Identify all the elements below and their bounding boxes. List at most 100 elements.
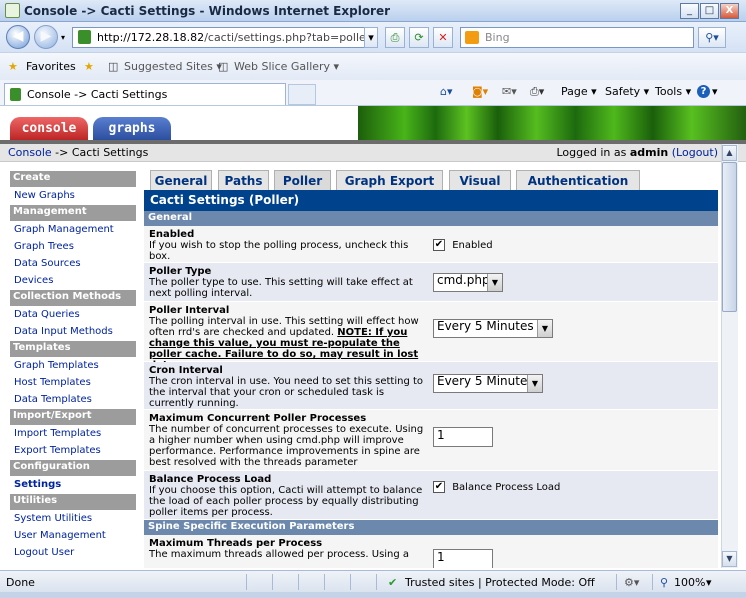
poller-interval-value: Every 5 Minutes xyxy=(437,319,534,333)
breadcrumb-console-link[interactable]: Console xyxy=(8,146,52,159)
scroll-up-icon[interactable]: ▲ xyxy=(722,145,737,161)
sidebar-item-graph-trees[interactable]: Graph Trees xyxy=(10,239,136,255)
poller-type-label: Poller Type xyxy=(149,266,212,277)
sidebar-item-logout-user[interactable]: Logout User xyxy=(10,545,136,561)
logout-link[interactable]: (Logout) xyxy=(672,146,718,159)
sidebar-item-user-management[interactable]: User Management xyxy=(10,528,136,544)
scrollbar-thumb[interactable] xyxy=(722,162,737,312)
sidebar-item-system-utilities[interactable]: System Utilities xyxy=(10,511,136,527)
sidebar-item-data-sources[interactable]: Data Sources xyxy=(10,256,136,272)
poller-type-select[interactable]: cmd.php ▼ xyxy=(433,273,503,292)
tab-general[interactable]: General xyxy=(150,170,212,190)
close-button[interactable]: X xyxy=(720,3,739,19)
protected-mode-icon[interactable]: ⚙▾ xyxy=(624,576,639,589)
poller-interval-select[interactable]: Every 5 Minutes ▼ xyxy=(433,319,553,338)
trusted-check-icon: ✔ xyxy=(388,576,398,589)
browser-tab-title: Console -> Cacti Settings xyxy=(27,88,168,101)
sidebar-item-data-queries[interactable]: Data Queries xyxy=(10,307,136,323)
sidebar-section-management: Management xyxy=(10,205,136,221)
zoom-dropdown-icon[interactable]: ▾ xyxy=(706,576,712,589)
section-spine: Spine Specific Execution Parameters xyxy=(144,520,718,535)
sidebar-menu: Create New Graphs Management Graph Manageme… xyxy=(10,170,136,568)
poller-interval-label: Poller Interval xyxy=(149,305,230,316)
max-processes-label: Maximum Concurrent Poller Processes xyxy=(149,413,367,424)
graphs-tab[interactable]: graphs xyxy=(93,117,171,141)
minimize-button[interactable]: _ xyxy=(680,3,699,19)
compatibility-view-icon[interactable]: ⎙ xyxy=(385,27,405,48)
tab-graph-export[interactable]: Graph Export xyxy=(336,170,443,190)
login-status: Logged in as admin (Logout) xyxy=(557,146,719,159)
new-tab-button[interactable] xyxy=(288,84,316,105)
scroll-down-icon[interactable]: ▼ xyxy=(722,551,737,567)
safety-menu[interactable]: Safety ▾ xyxy=(605,85,649,98)
enabled-checkbox[interactable]: ✔ xyxy=(433,239,445,251)
setting-enabled: Enabled If you wish to stop the polling p… xyxy=(144,226,718,263)
setting-balance-load: Balance Process Load If you choose this o… xyxy=(144,471,718,520)
web-slice-gallery-link[interactable]: Web Slice Gallery ▾ xyxy=(234,60,339,73)
home-icon[interactable]: ⌂▾ xyxy=(440,85,453,98)
tab-poller[interactable]: Poller xyxy=(274,170,331,190)
tab-visual[interactable]: Visual xyxy=(449,170,511,190)
enabled-checkbox-label: Enabled xyxy=(452,240,493,251)
refresh-icon[interactable]: ⟳ xyxy=(409,27,429,48)
browser-tab[interactable]: Console -> Cacti Settings xyxy=(4,83,286,105)
feeds-icon[interactable]: ◙▾ xyxy=(472,85,488,98)
url-dropdown-icon[interactable]: ▾ xyxy=(364,27,378,48)
favorites-bar: ★ Favorites ★ ◫ Suggested Sites ▾ ◫ Web … xyxy=(0,52,746,80)
setting-max-threads: Maximum Threads per Process The maximum t… xyxy=(144,535,718,568)
tab-row: Console -> Cacti Settings ⌂▾ ◙▾ ✉▾ ⎙▾ Pa… xyxy=(0,80,746,106)
cron-interval-select[interactable]: Every 5 Minutes ▼ xyxy=(433,374,543,393)
settings-tabs: General Paths Poller Graph Export Visual… xyxy=(146,170,718,190)
chevron-down-icon: ▼ xyxy=(527,375,542,392)
tab-paths[interactable]: Paths xyxy=(218,170,269,190)
url-path: /cacti/settings.php?tab=poller xyxy=(204,31,371,44)
max-processes-input[interactable]: 1 xyxy=(433,427,493,447)
stop-icon[interactable]: ✕ xyxy=(433,27,453,48)
back-button[interactable]: ◀ xyxy=(6,25,30,49)
security-zone[interactable]: Trusted sites | Protected Mode: Off xyxy=(405,576,595,589)
tools-menu[interactable]: Tools ▾ xyxy=(655,85,691,98)
sidebar-item-import-templates[interactable]: Import Templates xyxy=(10,426,136,442)
tab-authentication[interactable]: Authentication xyxy=(516,170,640,190)
ie-icon xyxy=(5,3,20,18)
sidebar-item-data-templates[interactable]: Data Templates xyxy=(10,392,136,408)
login-user: admin xyxy=(629,146,669,159)
mail-icon[interactable]: ✉▾ xyxy=(502,85,517,98)
favorites-button[interactable]: Favorites xyxy=(26,60,76,73)
sidebar-item-graph-templates[interactable]: Graph Templates xyxy=(10,358,136,374)
sidebar-item-data-input-methods[interactable]: Data Input Methods xyxy=(10,324,136,340)
page-menu[interactable]: Page ▾ xyxy=(561,85,597,98)
breadcrumb: Console -> Cacti Settings xyxy=(8,146,148,159)
max-threads-input[interactable]: 1 xyxy=(433,549,493,568)
enabled-desc: If you wish to stop the polling process,… xyxy=(149,240,409,262)
setting-max-processes: Maximum Concurrent Poller Processes The n… xyxy=(144,410,718,471)
zoom-icon[interactable]: ⚲ xyxy=(660,576,668,589)
max-threads-label: Maximum Threads per Process xyxy=(149,538,323,549)
search-button[interactable]: ⚲▾ xyxy=(698,27,726,48)
forward-button[interactable]: ▶ xyxy=(34,25,58,49)
sidebar-item-settings[interactable]: Settings xyxy=(10,477,136,493)
help-icon[interactable]: ? xyxy=(697,85,710,98)
recent-pages-dropdown-icon[interactable]: ▾ xyxy=(61,33,65,42)
chevron-down-icon: ▼ xyxy=(537,320,552,337)
setting-cron-interval: Cron Interval The cron interval in use. Y… xyxy=(144,362,718,410)
url-input[interactable]: http://172.28.18.82/cacti/settings.php?t… xyxy=(72,27,378,48)
sidebar-item-devices[interactable]: Devices xyxy=(10,273,136,289)
sidebar-section-utilities: Utilities xyxy=(10,494,136,510)
maximize-button[interactable]: □ xyxy=(700,3,719,19)
add-favorite-icon[interactable]: ★ xyxy=(84,60,94,73)
sidebar-item-export-templates[interactable]: Export Templates xyxy=(10,443,136,459)
zoom-level[interactable]: 100% xyxy=(674,576,705,589)
search-input[interactable]: Bing xyxy=(460,27,694,48)
print-icon[interactable]: ⎙▾ xyxy=(530,85,544,99)
sidebar-item-graph-management[interactable]: Graph Management xyxy=(10,222,136,238)
setting-poller-type: Poller Type The poller type to use. This … xyxy=(144,263,718,302)
sidebar-item-host-templates[interactable]: Host Templates xyxy=(10,375,136,391)
balance-load-checkbox[interactable]: ✔ xyxy=(433,481,445,493)
window-bottom-border xyxy=(0,592,746,598)
suggested-sites-link[interactable]: Suggested Sites ▾ xyxy=(124,60,222,73)
suggested-sites-icon: ◫ xyxy=(108,60,119,73)
help-dropdown-icon[interactable]: ▾ xyxy=(712,85,718,98)
sidebar-item-new-graphs[interactable]: New Graphs xyxy=(10,188,136,204)
console-tab[interactable]: console xyxy=(10,117,88,141)
